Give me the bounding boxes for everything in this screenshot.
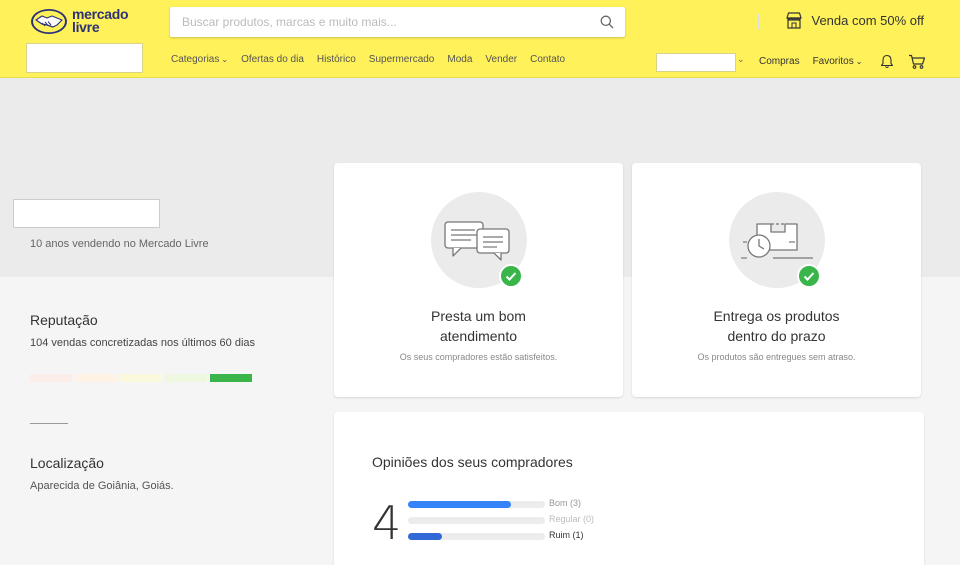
seller-name-box [13, 199, 160, 228]
location-selector[interactable] [26, 43, 143, 73]
rating-bar-row: Regular (0) [408, 514, 608, 528]
nav-historico[interactable]: Histórico [317, 54, 356, 65]
nav-supermercado[interactable]: Supermercado [369, 54, 435, 65]
search-divider [758, 14, 759, 30]
cart-icon[interactable] [908, 54, 926, 69]
promo-link[interactable]: Venda com 50% off [785, 12, 924, 29]
opinions-card: Opiniões dos seus compradores 4 Bom (3) R… [334, 412, 924, 565]
search-input[interactable] [170, 7, 585, 37]
location-value: Aparecida de Goiânia, Goiás. [30, 480, 174, 492]
rating-bar-row: Ruim (1) [408, 530, 608, 544]
chevron-down-icon: ⌄ [855, 57, 863, 66]
check-icon [797, 264, 821, 288]
bell-icon[interactable] [880, 54, 894, 69]
search-button[interactable] [589, 7, 625, 37]
promo-label: Venda com 50% off [811, 13, 924, 28]
nav-moda[interactable]: Moda [447, 54, 472, 65]
rating-bar-label: Bom (3) [549, 498, 582, 508]
chevron-down-icon[interactable]: ⌄ [737, 54, 745, 65]
search-icon [600, 15, 614, 29]
thermometer-segment [120, 374, 162, 382]
rating-bar-row: Bom (3) [408, 498, 608, 512]
rating-bar-track [408, 533, 545, 540]
thermometer-segment [165, 374, 207, 382]
location-title: Localização [30, 455, 104, 471]
check-icon [499, 264, 523, 288]
mercado-livre-logo[interactable]: mercado livre [30, 6, 140, 38]
rating-bar-label: Regular (0) [549, 514, 595, 524]
card-title: Presta um bom atendimento [431, 308, 526, 344]
card-subtitle: Os produtos são entregues sem atraso. [697, 352, 856, 362]
rating-bar-track [408, 517, 545, 524]
compras-link[interactable]: Compras [759, 56, 800, 67]
header: mercado livre Venda com 50% off Categori… [0, 0, 960, 78]
card-subtitle: Os seus compradores estão satisfeitos. [399, 352, 558, 362]
seller-years-text: 10 anos vendendo no Mercado Livre [30, 238, 209, 250]
nav-contato[interactable]: Contato [530, 54, 565, 65]
attendance-card: Presta um bom atendimento Os seus compra… [334, 163, 623, 397]
chevron-down-icon: ⌄ [221, 55, 229, 64]
reputation-subtitle: 104 vendas concretizadas nos últimos 60 … [30, 337, 256, 349]
rating-bar-label: Ruim (1) [549, 530, 584, 540]
section-divider [30, 423, 68, 424]
thermometer-segment [210, 374, 252, 382]
favoritos-label: Favoritos [812, 56, 854, 67]
thermometer-segment [30, 374, 72, 382]
delivery-card: Entrega os produtos dentro do prazo Os p… [632, 163, 921, 397]
reputation-title: Reputação [30, 312, 98, 328]
reputation-thermometer [30, 374, 252, 382]
handshake-logo-icon [31, 9, 67, 34]
search-bar [170, 7, 759, 37]
user-account-menu[interactable] [656, 53, 736, 72]
main-nav: Categorias ⌄ Ofertas do dia Histórico Sup… [171, 54, 565, 65]
nav-categorias-label: Categorias [171, 54, 220, 65]
nav-categorias[interactable]: Categorias ⌄ [171, 54, 228, 65]
opinions-score: 4 [372, 496, 402, 550]
store-icon [786, 12, 803, 29]
opinions-title: Opiniões dos seus compradores [372, 454, 573, 470]
rating-bar-track [408, 501, 545, 508]
logo-text-line2: livre [72, 19, 100, 35]
favoritos-link[interactable]: Favoritos ⌄ [813, 56, 863, 67]
thermometer-segment [75, 374, 117, 382]
rating-bar-fill [408, 501, 511, 508]
nav-vender[interactable]: Vender [485, 54, 517, 65]
nav-ofertas-do-dia[interactable]: Ofertas do dia [241, 54, 304, 65]
card-title: Entrega os produtos dentro do prazo [713, 308, 840, 344]
account-nav: Compras Favoritos ⌄ [759, 56, 862, 67]
rating-bar-fill [408, 533, 443, 540]
